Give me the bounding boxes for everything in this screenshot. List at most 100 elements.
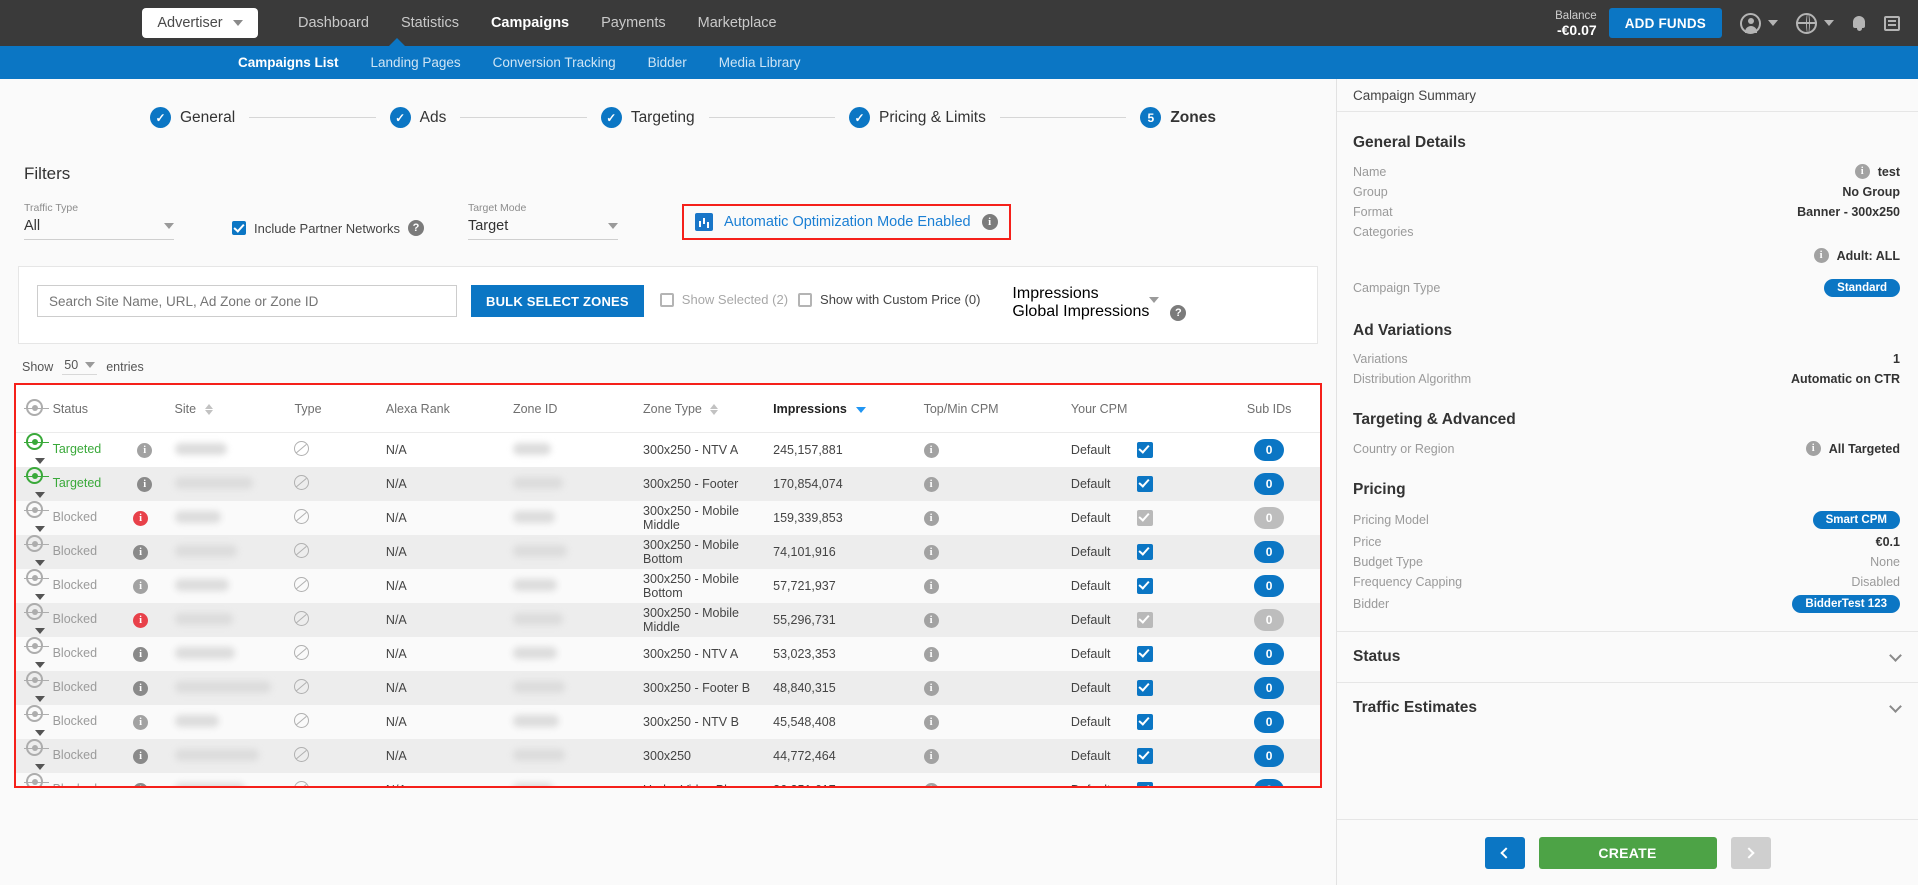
status-info-icon[interactable]: i — [137, 443, 152, 458]
search-input[interactable] — [37, 285, 457, 317]
info-icon[interactable]: i — [1814, 248, 1829, 263]
status-info-icon[interactable]: i — [133, 613, 148, 628]
your-cpm-checkbox[interactable] — [1137, 578, 1153, 594]
target-toggle-icon[interactable] — [26, 535, 43, 552]
language-menu[interactable] — [1796, 13, 1834, 34]
table-row[interactable]: BlockediN/A300x25044,772,464iDefault0 — [16, 739, 1320, 773]
target-toggle-icon[interactable] — [26, 501, 43, 518]
nav-marketplace[interactable]: Marketplace — [682, 0, 793, 46]
row-expand-caret-icon[interactable] — [35, 628, 45, 634]
row-expand-caret-icon[interactable] — [35, 730, 45, 736]
sub-ids-badge[interactable]: 0 — [1254, 711, 1284, 733]
show-selected-checkbox[interactable] — [660, 293, 674, 307]
target-toggle-icon[interactable] — [26, 603, 43, 620]
create-campaign-button[interactable]: CREATE — [1539, 837, 1717, 869]
cell-target-toggle[interactable] — [16, 739, 53, 773]
status-info-icon[interactable]: i — [133, 749, 148, 764]
impressions-select[interactable]: Global Impressions — [1012, 303, 1160, 321]
sort-icon[interactable] — [710, 404, 718, 415]
info-icon[interactable]: i — [1855, 164, 1870, 179]
row-expand-caret-icon[interactable] — [35, 764, 45, 770]
table-row[interactable]: BlockediN/A300x250 - Mobile Middle55,296… — [16, 603, 1320, 637]
col-top-min-cpm[interactable]: Top/Min CPM — [924, 385, 1071, 433]
subnav-media-library[interactable]: Media Library — [703, 46, 817, 79]
cell-target-toggle[interactable] — [16, 501, 53, 535]
row-expand-caret-icon[interactable] — [35, 696, 45, 702]
col-your-cpm[interactable]: Your CPM — [1071, 385, 1218, 433]
cpm-info-icon[interactable]: i — [924, 511, 939, 526]
cpm-info-icon[interactable]: i — [924, 749, 939, 764]
traffic-type-select[interactable]: All — [24, 218, 174, 240]
target-toggle-icon[interactable] — [26, 569, 43, 586]
cpm-info-icon[interactable]: i — [924, 477, 939, 492]
table-row[interactable]: BlockediN/A300x250 - Footer B48,840,315i… — [16, 671, 1320, 705]
target-toggle-icon[interactable] — [26, 705, 43, 722]
status-info-icon[interactable]: i — [133, 545, 148, 560]
cell-target-toggle[interactable] — [16, 773, 53, 788]
table-row[interactable]: BlockediN/A300x250 - Mobile Middle159,33… — [16, 501, 1320, 535]
col-target-toggle[interactable] — [16, 385, 53, 433]
target-toggle-icon[interactable] — [26, 671, 43, 688]
sort-desc-icon[interactable] — [856, 407, 866, 413]
sub-ids-badge[interactable]: 0 — [1254, 541, 1284, 563]
status-info-icon[interactable]: i — [133, 579, 148, 594]
subnav-conversion-tracking[interactable]: Conversion Tracking — [477, 46, 632, 79]
table-row[interactable]: TargetediN/A300x250 - NTV A245,157,881iD… — [16, 433, 1320, 468]
table-row[interactable]: BlockediN/AUnder Video Player36,251,617i… — [16, 773, 1320, 788]
status-info-icon[interactable]: i — [133, 681, 148, 696]
previous-step-button[interactable] — [1485, 837, 1525, 869]
step-targeting[interactable]: ✓ Targeting — [601, 107, 695, 128]
status-info-icon[interactable]: i — [133, 647, 148, 662]
entries-count-select[interactable]: 50 — [62, 358, 97, 375]
col-type[interactable]: Type — [294, 385, 385, 433]
cpm-info-icon[interactable]: i — [924, 545, 939, 560]
cpm-info-icon[interactable]: i — [924, 443, 939, 458]
sub-ids-badge[interactable]: 0 — [1254, 507, 1284, 529]
your-cpm-checkbox[interactable] — [1137, 476, 1153, 492]
cell-target-toggle[interactable] — [16, 671, 53, 705]
impressions-help-icon[interactable]: ? — [1170, 305, 1186, 321]
your-cpm-checkbox[interactable] — [1137, 442, 1153, 458]
table-row[interactable]: TargetediN/A300x250 - Footer170,854,074i… — [16, 467, 1320, 501]
step-general[interactable]: ✓ General — [150, 107, 235, 128]
target-toggle-icon[interactable] — [26, 739, 43, 756]
status-info-icon[interactable]: i — [133, 715, 148, 730]
add-funds-button[interactable]: ADD FUNDS — [1609, 8, 1722, 38]
sub-ids-badge[interactable]: 0 — [1254, 779, 1284, 788]
status-info-icon[interactable]: i — [137, 477, 152, 492]
your-cpm-checkbox[interactable] — [1137, 714, 1153, 730]
account-type-selector[interactable]: Advertiser — [142, 8, 258, 38]
step-zones[interactable]: 5 Zones — [1140, 107, 1216, 128]
step-ads[interactable]: ✓ Ads — [390, 107, 447, 128]
target-toggle-icon[interactable] — [26, 467, 43, 484]
cell-target-toggle[interactable] — [16, 637, 53, 671]
status-section-toggle[interactable]: Status — [1337, 631, 1918, 682]
info-icon[interactable]: i — [1806, 441, 1821, 456]
cell-target-toggle[interactable] — [16, 535, 53, 569]
sub-ids-badge[interactable]: 0 — [1254, 609, 1284, 631]
col-status[interactable]: Status — [53, 385, 175, 433]
table-row[interactable]: BlockediN/A300x250 - NTV B45,548,408iDef… — [16, 705, 1320, 739]
sub-ids-badge[interactable]: 0 — [1254, 643, 1284, 665]
target-toggle-icon[interactable] — [26, 433, 43, 450]
col-site[interactable]: Site — [175, 385, 295, 433]
target-mode-select[interactable]: Target — [468, 218, 618, 240]
your-cpm-checkbox[interactable] — [1137, 510, 1153, 526]
your-cpm-checkbox[interactable] — [1137, 646, 1153, 662]
cpm-info-icon[interactable]: i — [924, 715, 939, 730]
cell-target-toggle[interactable] — [16, 603, 53, 637]
sub-ids-badge[interactable]: 0 — [1254, 473, 1284, 495]
info-icon[interactable]: i — [982, 214, 998, 230]
your-cpm-checkbox[interactable] — [1137, 782, 1153, 788]
subnav-landing-pages[interactable]: Landing Pages — [355, 46, 477, 79]
col-zone-type[interactable]: Zone Type — [643, 385, 773, 433]
sub-ids-badge[interactable]: 0 — [1254, 745, 1284, 767]
subnav-bidder[interactable]: Bidder — [632, 46, 703, 79]
messages-button[interactable] — [1884, 16, 1900, 31]
target-toggle-icon[interactable] — [26, 637, 43, 654]
row-expand-caret-icon[interactable] — [35, 492, 45, 498]
bulk-select-zones-button[interactable]: BULK SELECT ZONES — [471, 285, 644, 317]
your-cpm-checkbox[interactable] — [1137, 680, 1153, 696]
status-info-icon[interactable]: i — [133, 511, 148, 526]
sub-ids-badge[interactable]: 0 — [1254, 439, 1284, 461]
